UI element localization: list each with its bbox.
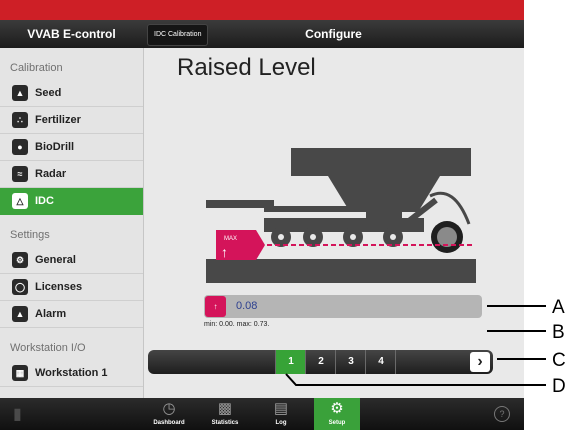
callout-b: B bbox=[552, 322, 565, 343]
callout-d: D bbox=[552, 376, 566, 397]
callout-a: A bbox=[552, 297, 565, 318]
callout-line-d bbox=[285, 373, 546, 386]
callout-c: C bbox=[552, 350, 566, 371]
callout-layer: A B C D bbox=[285, 297, 566, 397]
